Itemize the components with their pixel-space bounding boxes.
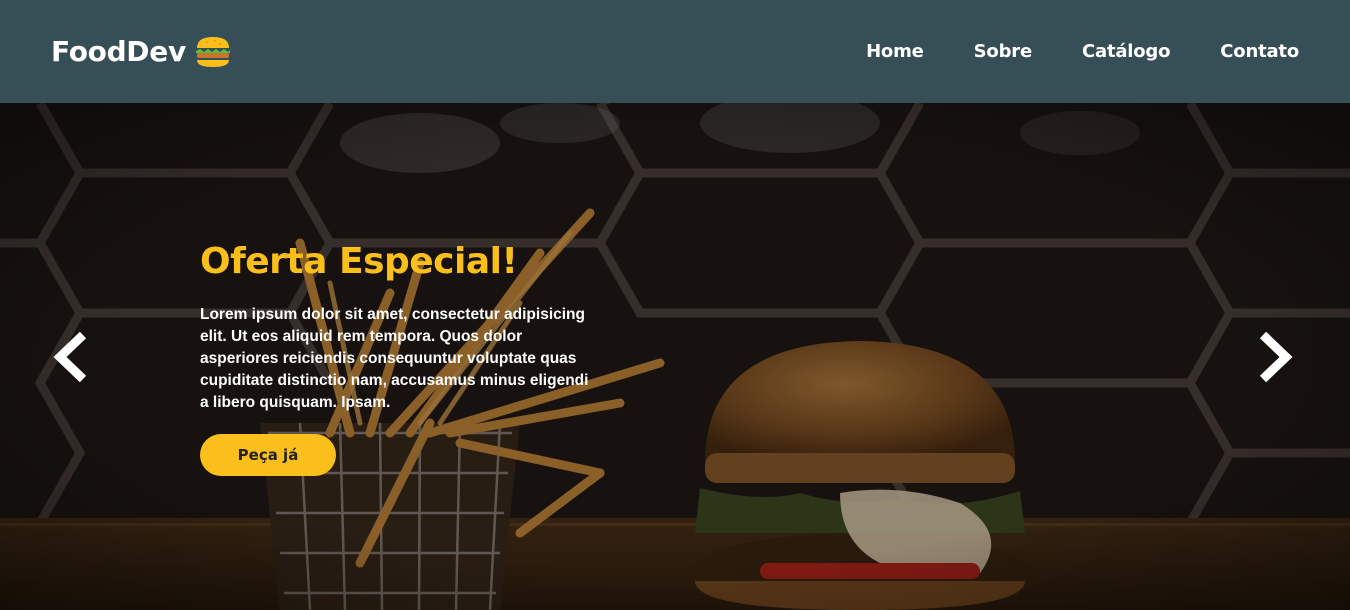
hero-content: Oferta Especial! Lorem ipsum dolor sit a… <box>200 241 605 476</box>
chevron-right-icon <box>1259 331 1293 383</box>
site-header: FoodDev Home Sobre Catálogo Contato <box>0 0 1350 103</box>
nav-home-link[interactable]: Home <box>866 41 924 62</box>
hero-title: Oferta Especial! <box>200 241 518 282</box>
hero-description: Lorem ipsum dolor sit amet, consectetur … <box>200 306 589 411</box>
nav-contato-link[interactable]: Contato <box>1220 41 1299 62</box>
logo[interactable]: FoodDev <box>51 34 233 70</box>
logo-text: FoodDev <box>51 35 186 68</box>
hero-carousel: Oferta Especial! Lorem ipsum dolor sit a… <box>0 103 1350 610</box>
burger-icon <box>193 34 233 70</box>
chevron-left-icon <box>53 331 87 383</box>
nav-catalogo-link[interactable]: Catálogo <box>1082 41 1170 62</box>
carousel-next-button[interactable] <box>1256 331 1296 383</box>
main-nav: Home Sobre Catálogo Contato <box>866 41 1299 62</box>
nav-sobre-link[interactable]: Sobre <box>974 41 1033 62</box>
carousel-prev-button[interactable] <box>50 331 90 383</box>
order-now-button[interactable]: Peça já <box>200 434 336 476</box>
